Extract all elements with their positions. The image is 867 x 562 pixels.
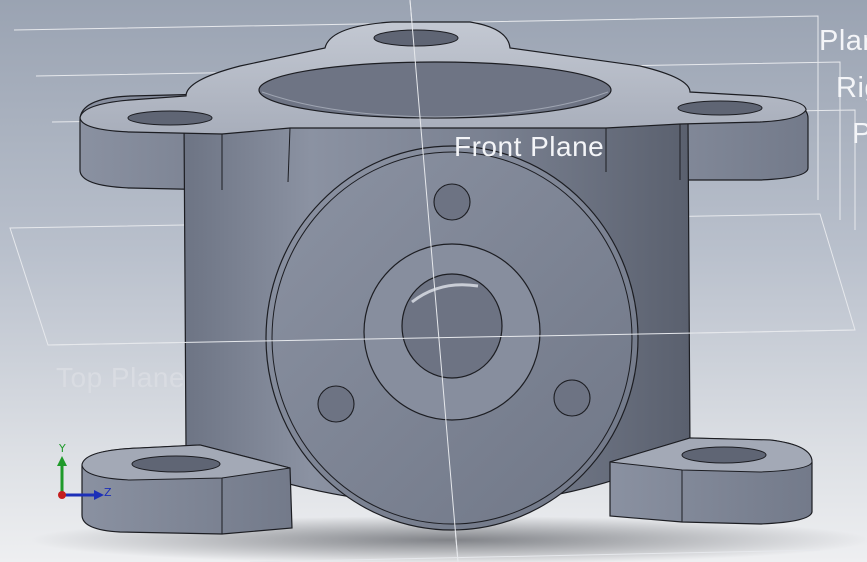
triad-z-label: Z bbox=[104, 486, 112, 499]
bolt-hole-front-right bbox=[553, 379, 591, 417]
plane-label-cut[interactable]: Plar bbox=[819, 25, 867, 58]
bolt-hole-top-back bbox=[373, 29, 459, 47]
front-plane-label[interactable]: Front Plane bbox=[454, 131, 604, 163]
right-plane-label-cut[interactable]: Rig bbox=[836, 72, 867, 105]
cad-viewport[interactable]: Front Plane Top Plane Plar Rig P Y Z bbox=[0, 0, 867, 562]
top-plane-label[interactable]: Top Plane bbox=[56, 362, 185, 394]
x-axis-origin bbox=[58, 491, 66, 499]
bolt-hole-bottom-left bbox=[131, 455, 221, 473]
triad-y-label: Y bbox=[59, 442, 66, 455]
center-bore bbox=[401, 273, 503, 379]
cad-part-model[interactable] bbox=[0, 0, 867, 562]
bolt-hole-front-top bbox=[433, 183, 471, 221]
bolt-hole-bottom-right bbox=[681, 446, 767, 464]
coordinate-triad-icon: Y Z bbox=[48, 440, 118, 510]
plane-label-cut-2[interactable]: P bbox=[852, 118, 867, 151]
bolt-hole-top-right bbox=[677, 100, 763, 116]
main-bore-top bbox=[258, 61, 612, 119]
bolt-hole-top-left bbox=[127, 110, 213, 126]
bolt-hole-front-left bbox=[317, 385, 355, 423]
